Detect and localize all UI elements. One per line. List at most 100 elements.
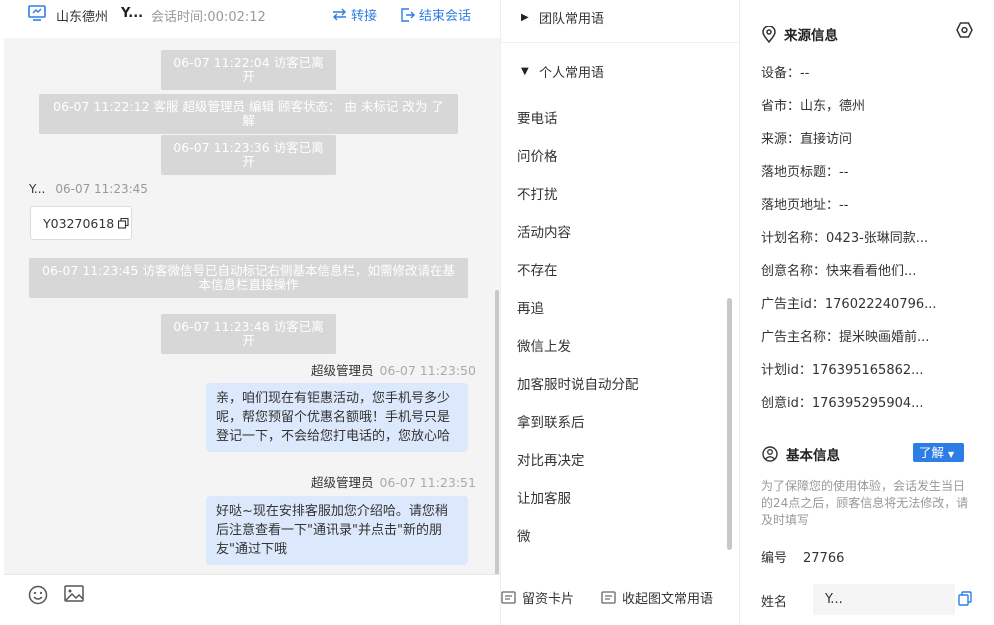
field-value: -- <box>839 198 849 213</box>
field-value: 0423-张琳同款... <box>826 231 929 246</box>
phrase-item[interactable]: 活动内容 <box>517 221 571 241</box>
copy-icon[interactable] <box>958 591 972 610</box>
source-field-plan-name: 计划名称：0423-张琳同款... <box>761 227 928 246</box>
user-circle-icon <box>762 446 778 462</box>
visitor-sender: Y... <box>29 182 46 196</box>
field-label: 创意名称： <box>761 264 827 279</box>
field-value: 176395295904... <box>811 396 924 411</box>
visitor-location: 山东德州 <box>56 10 109 25</box>
collapse-phrases-label: 收起图文常用语 <box>622 592 714 607</box>
leave-card-button[interactable]: 留资卡片 <box>501 588 574 607</box>
duration-label: 会话时间: <box>151 10 208 25</box>
visitor-message-header: Y... 06-07 11:23:45 <box>29 182 148 196</box>
system-message: 06-07 11:23:45 访客微信号已自动标记右侧基本信息栏，如需修改请在基… <box>29 258 468 298</box>
field-value: 176395165862... <box>811 363 924 378</box>
phrase-item[interactable]: 不打扰 <box>517 183 558 203</box>
source-field-origin: 来源：直接访问 <box>761 128 852 147</box>
phrases-panel: ▶ 团队常用语 ▼ 个人常用语 要电话 问价格 不打扰 活动内容 不存在 再追 … <box>500 0 740 625</box>
phrase-item[interactable]: 不存在 <box>517 259 558 279</box>
settings-icon[interactable] <box>956 22 973 42</box>
field-value: 提米映画婚前... <box>839 330 930 345</box>
system-message: 06-07 11:22:04 访客已离开 <box>161 50 336 90</box>
field-value: 176022240796... <box>824 297 937 312</box>
name-input[interactable] <box>813 584 955 615</box>
field-label: 广告主id： <box>761 297 825 312</box>
source-field-advertiser-name: 广告主名称：提米映画婚前... <box>761 326 929 345</box>
location-pin-icon <box>762 25 776 43</box>
system-message: 06-07 11:23:36 访客已离开 <box>161 135 336 175</box>
field-value: 快来看看他们... <box>826 264 917 279</box>
visitor-name: Y... <box>121 6 144 21</box>
phrase-item[interactable]: 微信上发 <box>517 335 571 355</box>
field-label: 设备： <box>761 66 801 81</box>
phrase-item[interactable]: 要电话 <box>517 107 558 127</box>
chat-scrollbar[interactable] <box>495 290 499 575</box>
card-icon <box>501 590 516 604</box>
transfer-icon <box>333 8 346 21</box>
end-chat-label: 结束会话 <box>419 9 472 24</box>
transfer-button[interactable]: 转接 <box>332 5 377 24</box>
image-icon[interactable] <box>64 585 84 607</box>
divider <box>501 42 740 43</box>
collapse-phrases-button[interactable]: 收起图文常用语 <box>601 588 713 607</box>
agent-time: 06-07 11:23:51 <box>379 475 476 490</box>
field-label: 广告主名称： <box>761 330 840 345</box>
personal-phrases-group[interactable]: ▼ 个人常用语 <box>521 62 604 81</box>
agent-time: 06-07 11:23:50 <box>379 363 476 378</box>
visitor-id-card[interactable]: Y03270618 <box>30 206 132 240</box>
leave-card-label: 留资卡片 <box>522 592 575 607</box>
agent-sender: 超级管理员 <box>311 475 374 490</box>
phrase-item[interactable]: 微 <box>517 525 531 545</box>
caret-down-icon: ▼ <box>521 66 529 77</box>
visitor-time: 06-07 11:23:45 <box>55 182 148 196</box>
agent-message-bubble: 亲，咱们现在有钜惠活动，您手机号多少呢，帮您预留个优惠名额哦！手机号只是登记一下… <box>206 383 468 452</box>
chat-toolbar <box>4 574 500 625</box>
source-field-region: 省市：山东，德州 <box>761 95 865 114</box>
phrase-item[interactable]: 让加客服 <box>517 487 571 507</box>
field-value: -- <box>800 66 810 81</box>
group-label: 个人常用语 <box>539 66 605 81</box>
basic-title-label: 基本信息 <box>786 448 840 464</box>
group-label: 团队常用语 <box>539 12 605 27</box>
source-field-advertiser-id: 广告主id：176022240796... <box>761 293 937 312</box>
edit-notice: 为了保障您的使用体验，会话发生当日的24点之后，顾客信息将无法修改，请及时填写 <box>761 479 969 527</box>
source-field-creative-name: 创意名称：快来看看他们... <box>761 260 916 279</box>
field-label: 省市： <box>761 99 801 114</box>
name-field-label: 姓名 <box>761 595 788 610</box>
agent-message-bubble: 好哒~现在安排客服加您介绍哈。请您稍后注意查看一下"通讯录"并点击"新的朋友"通… <box>206 496 468 565</box>
chat-panel: 山东德州 Y... 会话时间:00:02:12 转接 结束会话 06-07 11… <box>4 0 500 625</box>
monitor-icon <box>28 5 46 25</box>
status-dropdown[interactable]: 了解 ▼ <box>913 443 964 462</box>
message-list[interactable]: 06-07 11:22:04 访客已离开 06-07 11:22:12 客服 超… <box>4 38 500 574</box>
emoji-icon[interactable] <box>28 585 48 609</box>
source-field-creative-id: 创意id：176395295904... <box>761 392 924 411</box>
field-label: 创意id： <box>761 396 812 411</box>
number-field: 编号 27766 <box>761 547 844 566</box>
phrase-item[interactable]: 拿到联系后 <box>517 411 585 431</box>
phrases-scrollbar[interactable] <box>727 298 732 550</box>
field-label: 计划id： <box>761 363 812 378</box>
transfer-label: 转接 <box>351 9 378 24</box>
duration-value: 00:02:12 <box>207 10 266 25</box>
field-label: 编号 <box>761 551 788 566</box>
agent-message-header: 超级管理员 06-07 11:23:51 <box>311 472 476 491</box>
system-message: 06-07 11:22:12 客服 超级管理员 编辑 顾客状态： 由 未标记 改… <box>39 94 458 134</box>
team-phrases-group[interactable]: ▶ 团队常用语 <box>521 8 604 27</box>
phrase-item[interactable]: 再追 <box>517 297 544 317</box>
caret-right-icon: ▶ <box>521 12 529 23</box>
end-chat-button[interactable]: 结束会话 <box>401 5 471 24</box>
source-info-title: 来源信息 <box>762 24 838 44</box>
source-field-landing-title: 落地页标题：-- <box>761 161 848 180</box>
phrase-item[interactable]: 对比再决定 <box>517 449 585 469</box>
field-label: 落地页标题： <box>761 165 840 180</box>
phrase-item[interactable]: 问价格 <box>517 145 558 165</box>
status-value: 了解 <box>919 445 945 460</box>
field-label: 计划名称： <box>761 231 827 246</box>
session-duration: 会话时间:00:02:12 <box>151 6 266 25</box>
field-label: 落地页地址： <box>761 198 840 213</box>
source-field-landing-url: 落地页地址：-- <box>761 194 848 213</box>
phrase-item[interactable]: 加客服时说自动分配 <box>517 373 639 393</box>
source-field-plan-id: 计划id：176395165862... <box>761 359 924 378</box>
chat-header: 山东德州 Y... 会话时间:00:02:12 转接 结束会话 <box>4 0 500 38</box>
copy-icon[interactable] <box>118 217 129 229</box>
